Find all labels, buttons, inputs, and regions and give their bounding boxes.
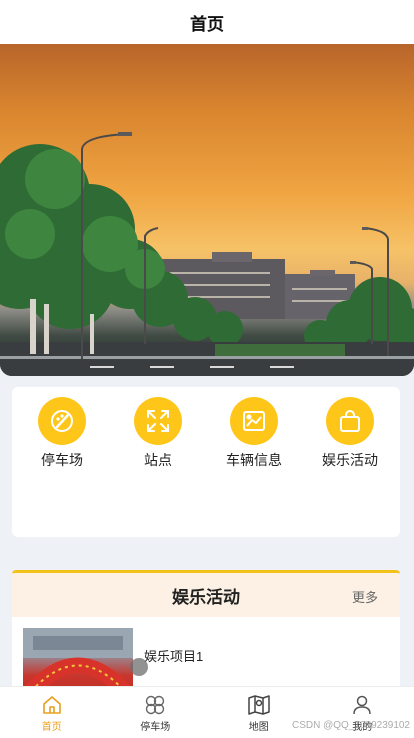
page-title: 首页 — [190, 14, 224, 34]
expand-arrows-icon — [134, 397, 182, 445]
shopping-bag-icon — [326, 397, 374, 445]
scroll-indicator — [130, 658, 148, 676]
activity-header: 娱乐活动 更多 — [12, 573, 400, 617]
user-icon — [353, 695, 371, 715]
image-chart-icon — [230, 397, 278, 445]
tab-label: 地图 — [248, 722, 269, 733]
parking-brush-icon — [38, 397, 86, 445]
tab-label: 首页 — [41, 722, 62, 733]
map-icon — [248, 695, 270, 715]
menu-label: 停车场 — [41, 452, 83, 468]
campus-sunset-scene — [0, 132, 414, 376]
more-link[interactable]: 更多 — [352, 587, 378, 606]
quick-menu: 停车场 站点 车辆信息 娱乐活动 — [12, 387, 400, 537]
page-header: 首页 — [0, 0, 414, 44]
menu-item-vehicle-info[interactable]: 车辆信息 — [214, 397, 294, 470]
activity-title: 娱乐活动 — [172, 587, 240, 607]
tab-parking[interactable]: 停车场 — [104, 687, 208, 738]
menu-label: 站点 — [144, 452, 172, 468]
activity-item-title: 娱乐项目1 — [144, 649, 204, 664]
banner-image[interactable] — [0, 44, 414, 376]
tab-home[interactable]: 首页 — [0, 687, 104, 738]
menu-item-entertainment[interactable]: 娱乐活动 — [310, 397, 390, 470]
menu-item-station[interactable]: 站点 — [118, 397, 198, 470]
grid-petals-icon — [146, 695, 165, 715]
menu-label: 车辆信息 — [226, 452, 282, 468]
watermark: CSDN @QQ_1039239102 — [292, 720, 410, 731]
menu-label: 娱乐活动 — [322, 452, 378, 468]
home-icon — [42, 696, 61, 714]
menu-item-parking[interactable]: 停车场 — [22, 397, 102, 470]
tab-label: 停车场 — [140, 722, 171, 733]
